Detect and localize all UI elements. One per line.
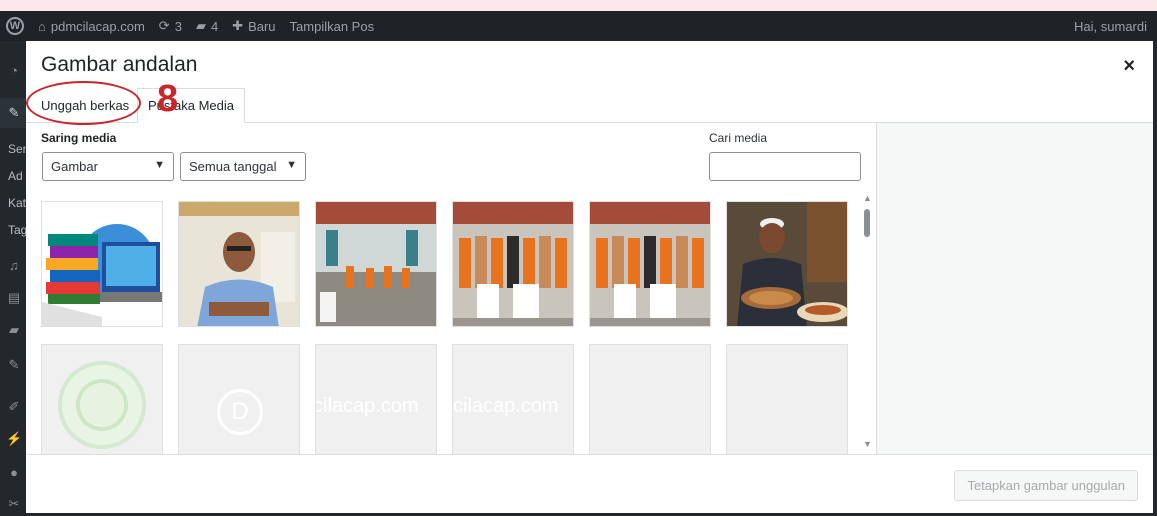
close-icon[interactable]: × bbox=[1123, 55, 1135, 78]
new-content-link[interactable]: ✚ Baru bbox=[232, 18, 275, 34]
annotation-circle bbox=[26, 81, 141, 125]
grid-scrollbar[interactable]: ▲ ▼ bbox=[860, 191, 874, 454]
tab-media-library[interactable]: Pustaka Media bbox=[137, 88, 245, 123]
view-post-label: Tampilkan Pos bbox=[289, 18, 375, 34]
home-icon: ⌂ bbox=[38, 18, 46, 34]
media-item-logo[interactable] bbox=[41, 344, 163, 454]
books-laptop-image bbox=[42, 202, 162, 326]
media-type-value: Gambar bbox=[51, 159, 98, 174]
media-item-blank-2[interactable] bbox=[726, 344, 848, 454]
media-item-books[interactable] bbox=[41, 201, 163, 327]
comment-icon[interactable]: ▰ bbox=[6, 322, 22, 338]
group-photo-image bbox=[590, 202, 710, 326]
media-grid: D cilacap.com cilacap.com bbox=[41, 201, 851, 454]
comments-icon: ▰ bbox=[195, 18, 206, 33]
gathering-image bbox=[316, 202, 436, 326]
appearance-icon[interactable]: ✐ bbox=[6, 399, 22, 415]
site-name: pdmcilacap.com bbox=[50, 18, 145, 34]
organization-logo-image bbox=[52, 355, 152, 454]
toolbar-divider bbox=[26, 454, 1153, 455]
portrait-image bbox=[179, 202, 299, 326]
media-item-group-2[interactable] bbox=[589, 201, 711, 327]
media-item-portrait[interactable] bbox=[178, 201, 300, 327]
updates-link[interactable]: ⟳ 3 bbox=[159, 18, 182, 34]
media-type-select[interactable]: Gambar ▼ bbox=[42, 152, 174, 181]
updates-icon: ⟳ bbox=[158, 18, 170, 33]
scroll-up-icon[interactable]: ▲ bbox=[863, 193, 872, 203]
attachment-details-panel bbox=[876, 123, 1153, 454]
media-item-placeholder-d[interactable]: D bbox=[178, 344, 300, 454]
comments-count: 4 bbox=[210, 18, 219, 34]
tools-icon[interactable]: ✂ bbox=[6, 496, 22, 512]
watermark-text: cilacap.com bbox=[315, 395, 419, 417]
scroll-thumb[interactable] bbox=[864, 209, 870, 237]
media-item-gathering[interactable] bbox=[315, 201, 437, 327]
pin2-icon[interactable]: ✎ bbox=[6, 357, 22, 373]
sidebar-text-4[interactable]: Tag bbox=[8, 223, 27, 237]
pin-icon[interactable]: ✎ bbox=[6, 105, 22, 121]
annotation-number: 8 bbox=[157, 78, 179, 120]
date-select[interactable]: Semua tanggal ▼ bbox=[180, 152, 306, 181]
search-media-label: Cari media bbox=[709, 131, 768, 145]
scroll-down-icon[interactable]: ▼ bbox=[863, 439, 872, 449]
featured-image-modal: Gambar andalan × Unggah berkas Pustaka M… bbox=[26, 41, 1153, 513]
admin-sidebar: ◔ ✎ Ser Ad Kat Tag ♫ ▤ ▰ ✎ ✐ ⚡ ● ✂ bbox=[0, 41, 27, 516]
user-greeting[interactable]: Hai, sumardi bbox=[1074, 19, 1147, 34]
updates-count: 3 bbox=[174, 18, 182, 34]
comments-link[interactable]: ▰ 4 bbox=[196, 18, 218, 34]
chevron-down-icon: ▼ bbox=[286, 159, 297, 171]
search-media-input[interactable] bbox=[709, 152, 861, 181]
media-item-blank-1[interactable] bbox=[589, 344, 711, 454]
dashboard-icon[interactable]: ◔ bbox=[6, 63, 22, 79]
sidebar-text-3[interactable]: Kat bbox=[8, 196, 26, 210]
farmer-image bbox=[727, 202, 847, 326]
sidebar-text-2[interactable]: Ad bbox=[8, 169, 23, 183]
pages-icon[interactable]: ▤ bbox=[6, 290, 22, 306]
plugins-icon[interactable]: ⚡ bbox=[6, 431, 22, 447]
new-label: Baru bbox=[248, 18, 276, 34]
group-photo-image bbox=[453, 202, 573, 326]
set-featured-image-button[interactable]: Tetapkan gambar unggulan bbox=[954, 470, 1138, 501]
media-icon[interactable]: ♫ bbox=[6, 258, 22, 274]
wordpress-icon[interactable]: W bbox=[6, 17, 24, 35]
date-value: Semua tanggal bbox=[189, 159, 277, 174]
watermark-text: cilacap.com bbox=[453, 395, 559, 417]
media-item-watermark-1[interactable]: cilacap.com bbox=[315, 344, 437, 454]
sidebar-text-1[interactable]: Ser bbox=[8, 142, 27, 156]
media-item-watermark-2[interactable]: cilacap.com bbox=[452, 344, 574, 454]
site-link[interactable]: ⌂ pdmcilacap.com bbox=[38, 19, 145, 34]
users-icon[interactable]: ● bbox=[6, 465, 22, 481]
admin-bar: W ⌂ pdmcilacap.com ⟳ 3 ▰ 4 ✚ Baru Tampil… bbox=[0, 11, 1157, 41]
view-post-link[interactable]: Tampilkan Pos bbox=[290, 19, 375, 34]
filter-media-label: Saring media bbox=[41, 131, 117, 145]
plus-icon: ✚ bbox=[232, 18, 244, 33]
top-strip bbox=[0, 0, 1157, 11]
media-item-group-1[interactable] bbox=[452, 201, 574, 327]
modal-title: Gambar andalan bbox=[41, 53, 198, 76]
media-item-farmer[interactable] bbox=[726, 201, 848, 327]
d-logo-icon: D bbox=[217, 389, 263, 435]
chevron-down-icon: ▼ bbox=[154, 159, 165, 171]
